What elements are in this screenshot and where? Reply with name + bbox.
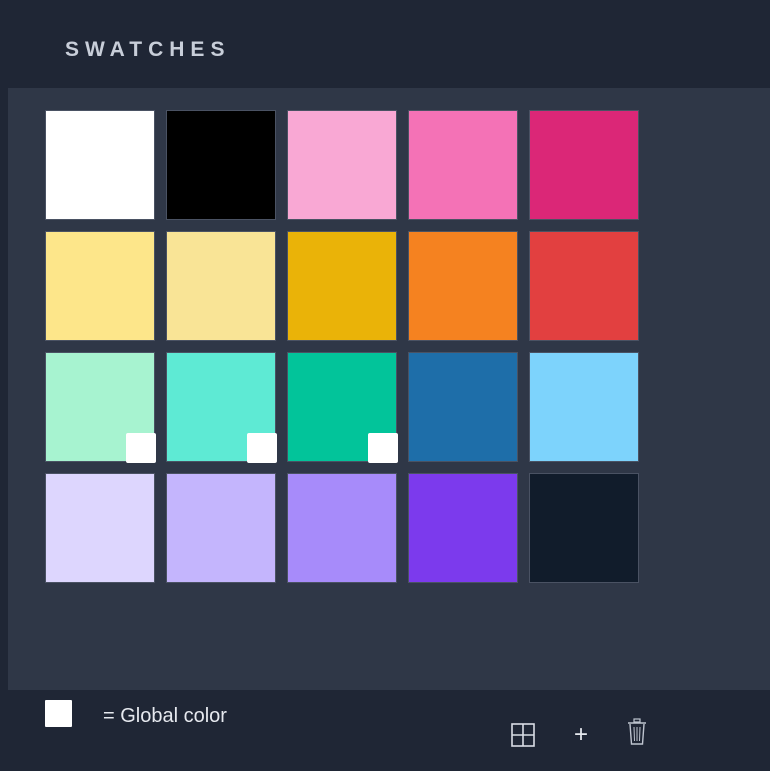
global-color-marker [126,433,156,463]
color-swatch[interactable] [166,352,277,463]
color-swatch[interactable] [529,352,639,462]
delete-swatch-button[interactable] [621,716,653,748]
global-color-marker [247,433,277,463]
panel-footer [8,690,770,771]
trash-icon [628,718,646,745]
color-swatch[interactable] [408,352,518,462]
color-swatch[interactable] [166,110,276,220]
color-swatch[interactable] [529,110,639,220]
color-swatch[interactable] [45,473,155,583]
global-color-legend-marker [45,700,72,727]
add-swatch-button[interactable]: + [565,719,597,751]
swatches-panel: SWATCHES = Global color + [0,0,770,771]
plus-icon: + [573,721,588,748]
color-swatch[interactable] [287,352,398,463]
grid-icon [511,723,535,747]
color-swatch[interactable] [45,352,156,463]
color-swatch[interactable] [45,231,155,341]
global-color-marker [368,433,398,463]
global-color-legend-label: = Global color [103,705,227,727]
color-swatch[interactable] [408,473,518,583]
panel-header: SWATCHES [8,0,770,88]
panel-title: SWATCHES [65,38,231,61]
color-swatch[interactable] [166,473,276,583]
color-swatch[interactable] [45,110,155,220]
color-swatch[interactable] [529,231,639,341]
color-swatch[interactable] [287,110,397,220]
color-swatch[interactable] [287,231,397,341]
color-swatch[interactable] [166,231,276,341]
color-swatch[interactable] [408,231,518,341]
new-group-button[interactable] [507,719,539,751]
color-swatch[interactable] [287,473,397,583]
color-swatch[interactable] [529,473,639,583]
color-swatch[interactable] [408,110,518,220]
